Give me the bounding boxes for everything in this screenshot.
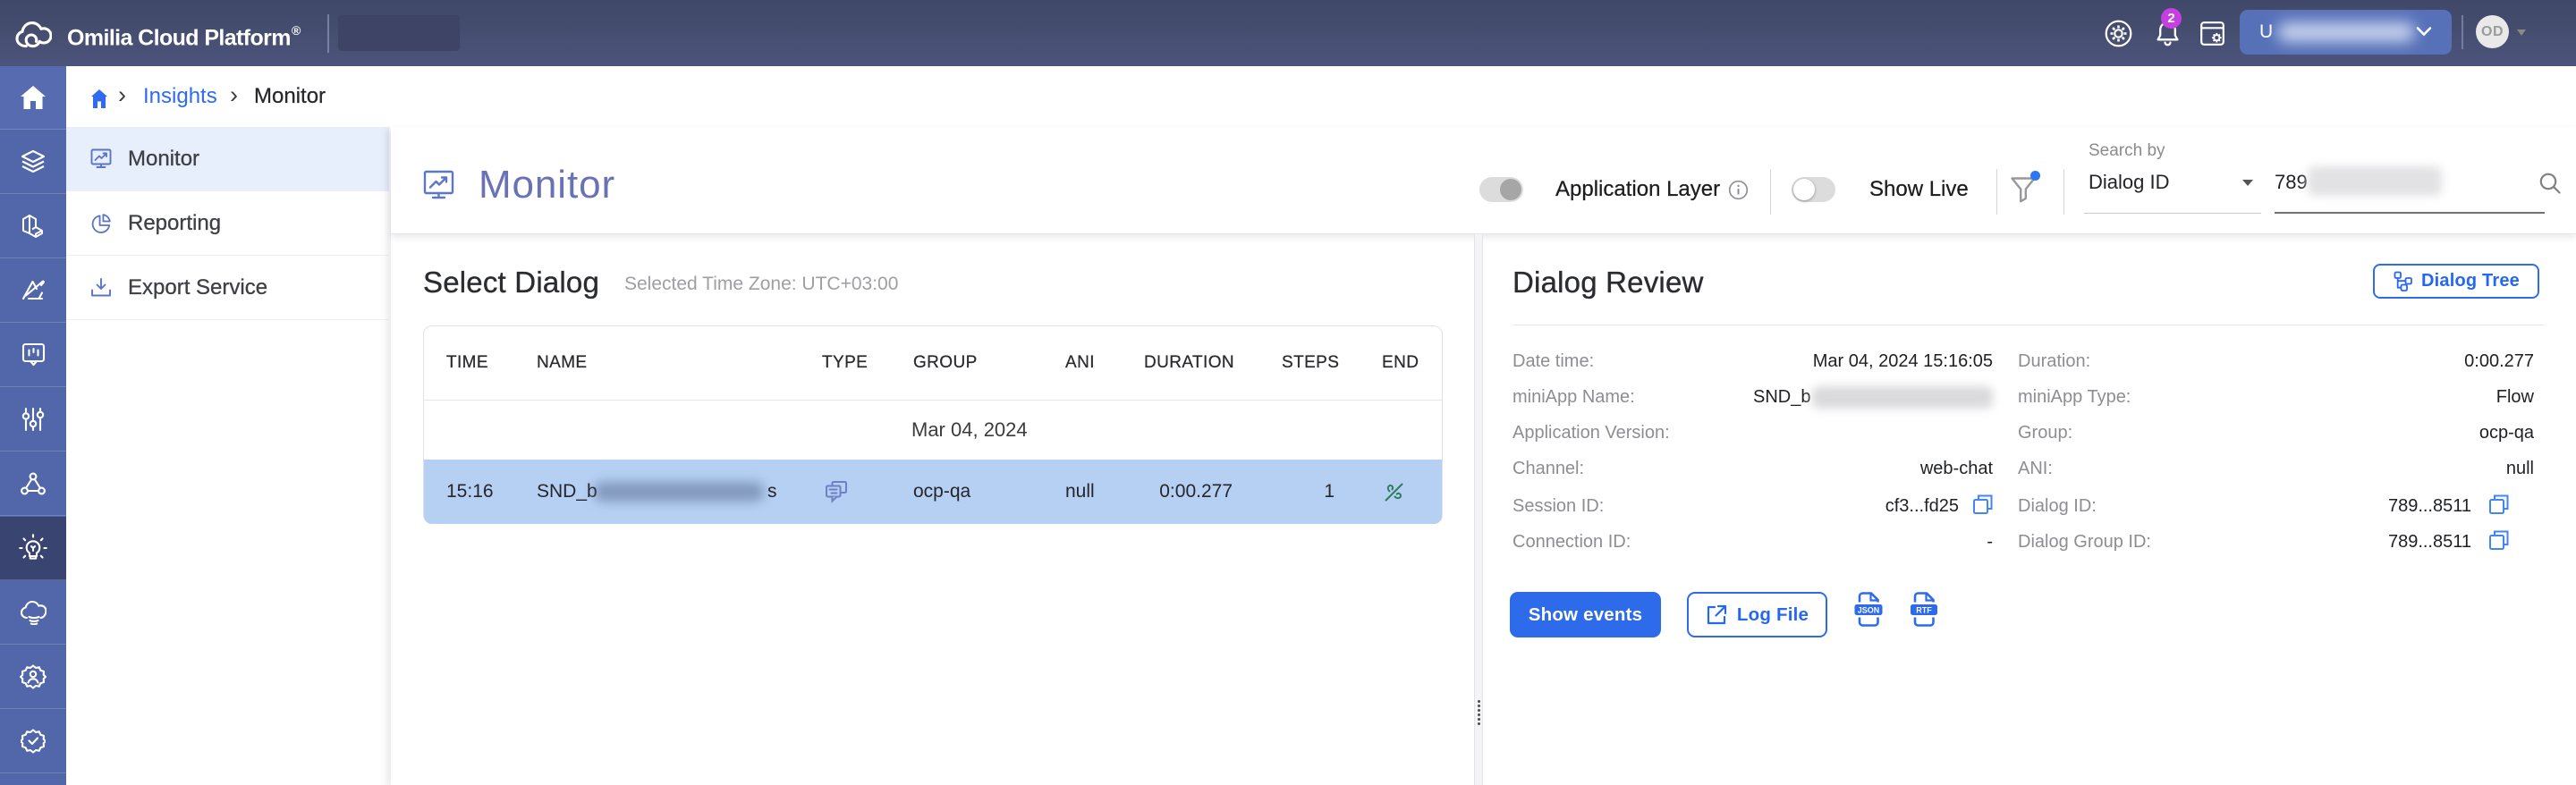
svg-text:RTF: RTF	[1916, 605, 1932, 614]
svg-text:JSON: JSON	[1858, 605, 1880, 614]
